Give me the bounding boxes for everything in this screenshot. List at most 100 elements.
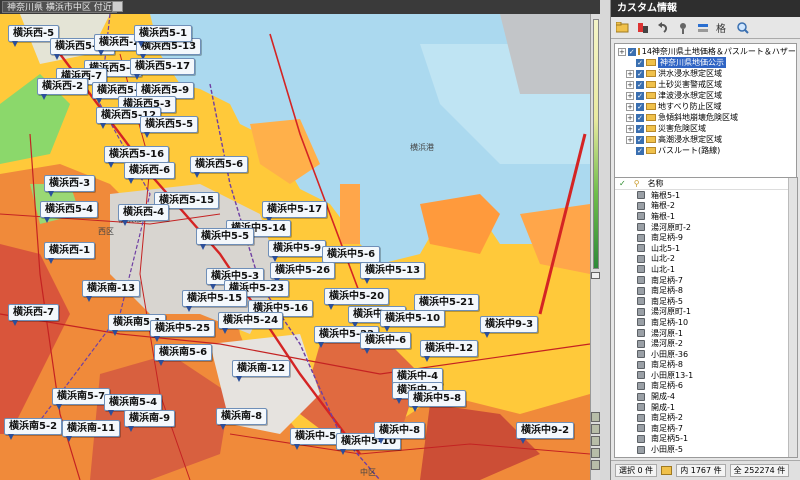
layer-checkbox[interactable]: ✓ bbox=[636, 102, 644, 111]
layer-label[interactable]: 洪水浸水想定区域 bbox=[658, 68, 722, 79]
check-mark-icon[interactable]: ✓ bbox=[619, 179, 626, 188]
land-price-pin[interactable]: 横浜中-12 bbox=[420, 340, 479, 362]
feature-row[interactable]: 小田原13-1 bbox=[615, 370, 797, 381]
layer-row[interactable]: + ✓ 地すべり防止区域 bbox=[618, 101, 793, 112]
layer-label[interactable]: 災害危険区域 bbox=[658, 123, 706, 134]
land-price-pin[interactable]: 横浜南5-7 bbox=[52, 388, 111, 410]
layer-label[interactable]: 急傾斜地崩壊危険区域 bbox=[658, 112, 738, 123]
land-price-pin[interactable]: 横浜南5-2 bbox=[4, 418, 63, 440]
feature-row[interactable]: 南足柄-5 bbox=[615, 296, 797, 307]
land-price-pin[interactable]: 横浜中-5 bbox=[290, 428, 342, 450]
feature-row[interactable]: 南足柄-6 bbox=[615, 381, 797, 392]
zoom-thumb[interactable] bbox=[591, 272, 600, 279]
feature-row[interactable]: 山北-2 bbox=[615, 254, 797, 265]
feature-row[interactable]: 南足柄-9 bbox=[615, 232, 797, 243]
land-price-pin[interactable]: 横浜中5-25 bbox=[150, 320, 216, 342]
land-price-pin[interactable]: 横浜西5-4 bbox=[40, 201, 99, 223]
expand-toggle-icon[interactable]: + bbox=[626, 135, 634, 144]
layer-row[interactable]: +✓ 14神奈川県土地価格＆パスルート＆ハザードrcm bbox=[618, 46, 796, 57]
land-price-pin[interactable]: 横浜西-6 bbox=[124, 162, 176, 184]
land-price-pin[interactable]: 横浜中5-6 bbox=[322, 246, 381, 268]
land-price-pin[interactable]: 横浜南5-6 bbox=[154, 344, 213, 366]
name-column-header[interactable]: 名称 bbox=[648, 178, 664, 189]
layer-row[interactable]: + ✓ 津波浸水想定区域 bbox=[618, 90, 793, 101]
red-marker-icon[interactable] bbox=[635, 20, 650, 35]
grid-view-button-2[interactable] bbox=[591, 424, 600, 434]
map-tab[interactable]: 神奈川県 横浜市中区 付近 bbox=[2, 1, 117, 13]
feature-list[interactable]: ✓ ⚲ 名称 箱根5-1 箱根-2 箱根-1 湯河原町-2 南足柄-9 山北5-1 山北-2… bbox=[614, 177, 798, 458]
layer-row[interactable]: + ✓ 洪水浸水想定区域 bbox=[618, 68, 793, 79]
layer-label[interactable]: バスルート(路線) bbox=[658, 145, 720, 156]
feature-row[interactable]: 南足柄5-1 bbox=[615, 434, 797, 445]
feature-row[interactable]: 南足柄-7 bbox=[615, 423, 797, 434]
feature-row[interactable]: 南足柄-7 bbox=[615, 275, 797, 286]
feature-row[interactable]: 小田原-5 bbox=[615, 444, 797, 455]
feature-row[interactable]: 南足柄-10 bbox=[615, 317, 797, 328]
layer-checkbox[interactable]: ✓ bbox=[636, 135, 644, 144]
land-price-pin[interactable]: 横浜南-12 bbox=[232, 360, 291, 382]
undo-icon[interactable] bbox=[655, 20, 670, 35]
feature-row[interactable]: 箱根-1 bbox=[615, 211, 797, 222]
layer-row[interactable]: + ✓ 急傾斜地崩壊危険区域 bbox=[618, 112, 793, 123]
land-price-pin[interactable]: 横浜中5-10 bbox=[380, 310, 446, 332]
land-price-pin[interactable]: 横浜中-6 bbox=[360, 332, 412, 354]
land-price-pin[interactable]: 横浜西-1 bbox=[44, 242, 96, 264]
text-label-icon[interactable]: 格 bbox=[715, 20, 730, 35]
land-price-pin[interactable]: 横浜西-4 bbox=[118, 204, 170, 226]
layer-label[interactable]: 神奈川県地価公示 bbox=[658, 57, 726, 68]
land-price-pin[interactable]: 横浜南-9 bbox=[124, 410, 176, 432]
grid-view-button-5[interactable] bbox=[591, 460, 600, 470]
layer-checkbox[interactable]: ✓ bbox=[636, 124, 644, 133]
expand-toggle-icon[interactable]: + bbox=[626, 80, 634, 89]
layer-checkbox[interactable]: ✓ bbox=[636, 146, 644, 155]
land-price-pin[interactable]: 横浜中9-2 bbox=[516, 422, 575, 444]
land-price-pin[interactable]: 横浜中5-9 bbox=[268, 240, 327, 262]
feature-row[interactable]: 開成-4 bbox=[615, 391, 797, 402]
feature-row[interactable]: 開成-1 bbox=[615, 402, 797, 413]
grid-view-button-1[interactable] bbox=[591, 412, 600, 422]
grid-view-button-3[interactable] bbox=[591, 436, 600, 446]
feature-row[interactable]: 南足柄-8 bbox=[615, 285, 797, 296]
land-price-pin[interactable]: 横浜西5-16 bbox=[104, 146, 170, 168]
open-folder-icon[interactable] bbox=[615, 20, 630, 35]
land-price-pin[interactable]: 横浜中5-24 bbox=[218, 312, 284, 334]
land-price-pin[interactable]: 横浜西5-17 bbox=[130, 58, 196, 80]
land-price-pin[interactable]: 横浜南-13 bbox=[82, 280, 141, 302]
feature-list-scrollbar[interactable] bbox=[788, 178, 797, 457]
land-price-pin[interactable]: 横浜南-8 bbox=[216, 408, 268, 430]
folder-icon[interactable] bbox=[661, 466, 673, 475]
layer-checkbox[interactable]: ✓ bbox=[627, 47, 636, 56]
feature-row[interactable]: 南足柄-8 bbox=[615, 360, 797, 371]
land-price-pin[interactable]: 横浜南5-4 bbox=[104, 394, 163, 416]
expand-toggle-icon[interactable]: + bbox=[618, 47, 626, 56]
land-price-pin[interactable]: 横浜西5-1 bbox=[134, 25, 193, 47]
layer-checkbox[interactable]: ✓ bbox=[636, 80, 644, 89]
land-price-pin[interactable]: 横浜中5-21 bbox=[414, 294, 480, 316]
feature-row[interactable]: 湯河原-1 bbox=[615, 328, 797, 339]
land-price-pin[interactable]: 横浜西-3 bbox=[44, 175, 96, 197]
layer-checkbox[interactable]: ✓ bbox=[636, 91, 644, 100]
feature-row[interactable]: 湯河原-2 bbox=[615, 338, 797, 349]
layer-label[interactable]: 土砂災害警戒区域 bbox=[658, 79, 722, 90]
land-price-pin[interactable]: 横浜中5-13 bbox=[360, 262, 426, 284]
layer-row[interactable]: + ✓ 高潮浸水想定区域 bbox=[618, 134, 793, 145]
tab-edit-icon[interactable] bbox=[112, 1, 123, 12]
grid-view-button-4[interactable] bbox=[591, 448, 600, 458]
expand-toggle-icon[interactable]: + bbox=[626, 113, 634, 122]
feature-row[interactable]: 南足柄-2 bbox=[615, 412, 797, 423]
pin-tool-icon[interactable] bbox=[675, 20, 690, 35]
layer-row[interactable]: + ✓ 災害危険区域 bbox=[618, 123, 793, 134]
layer-edit-icon[interactable] bbox=[695, 20, 710, 35]
layer-label[interactable]: 14神奈川県土地価格＆パスルート＆ハザードrcm bbox=[642, 46, 796, 57]
feature-row[interactable]: 箱根5-1 bbox=[615, 190, 797, 201]
map-canvas[interactable]: 横浜港 西区 横浜市 中区 横浜西-5横浜西5-10横浜西-2横浜西5-13横浜… bbox=[0, 14, 590, 480]
feature-row[interactable]: 小田原-36 bbox=[615, 349, 797, 360]
zoom-scale-strip[interactable] bbox=[590, 14, 600, 480]
feature-row[interactable]: 山北5-1 bbox=[615, 243, 797, 254]
land-price-pin[interactable]: 横浜中5-5 bbox=[196, 228, 255, 250]
feature-row[interactable]: 山北-1 bbox=[615, 264, 797, 275]
land-price-pin[interactable]: 横浜西5-5 bbox=[140, 116, 199, 138]
land-price-pin[interactable]: 横浜南-11 bbox=[62, 420, 121, 442]
land-price-pin[interactable]: 横浜中5-8 bbox=[408, 390, 467, 412]
land-price-pin[interactable]: 横浜西-2 bbox=[37, 78, 89, 100]
